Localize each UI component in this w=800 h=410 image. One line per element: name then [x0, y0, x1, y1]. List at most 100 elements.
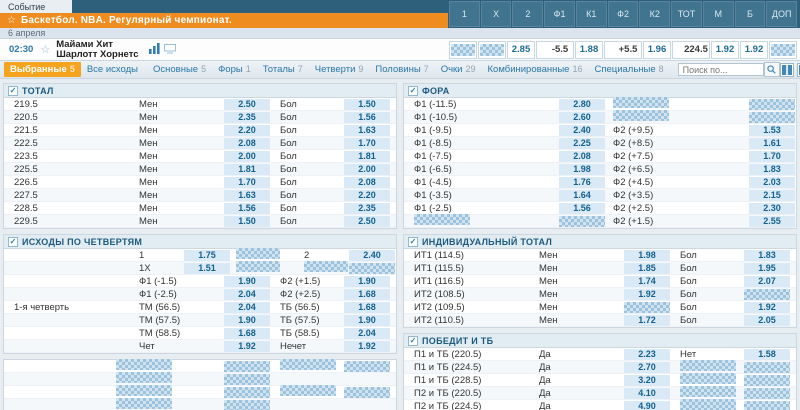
- tab-combined[interactable]: Комбинированные16: [482, 62, 589, 77]
- odd-chip[interactable]: 2.60: [559, 112, 605, 123]
- odd-chip[interactable]: 1.68: [224, 328, 270, 339]
- odd-chip[interactable]: 1.81: [224, 164, 270, 175]
- panel-header[interactable]: ✓ ПОБЕДИТ И ТБ: [404, 334, 796, 348]
- checkbox-icon[interactable]: ✓: [8, 237, 18, 247]
- odd-chip[interactable]: 2.30: [749, 203, 795, 214]
- odd-chip[interactable]: 1.70: [224, 177, 270, 188]
- odd-chip[interactable]: 1.50: [224, 216, 270, 227]
- odd-under[interactable]: 1.92: [711, 41, 739, 59]
- odd-chip[interactable]: 1.70: [344, 138, 390, 149]
- odd-win1-obscured[interactable]: [449, 41, 477, 59]
- obscured-odd[interactable]: [749, 112, 795, 123]
- checkbox-icon[interactable]: ✓: [408, 237, 418, 247]
- odd-chip[interactable]: 1.92: [624, 289, 670, 300]
- odd-chip[interactable]: 1.68: [344, 289, 390, 300]
- obscured-odd[interactable]: [744, 401, 790, 410]
- odd-chip[interactable]: 1.83: [749, 164, 795, 175]
- odd-chip[interactable]: 2.25: [559, 138, 605, 149]
- odd-chip[interactable]: 3.20: [624, 375, 670, 386]
- odd-chip[interactable]: 1.92: [344, 341, 390, 352]
- odd-chip[interactable]: 2.08: [344, 177, 390, 188]
- odd-chip[interactable]: 1.68: [344, 302, 390, 313]
- odd-chip[interactable]: 1.51: [184, 263, 230, 274]
- favorite-league-star-icon[interactable]: ☆: [7, 15, 16, 26]
- tab-handicaps[interactable]: Форы1: [212, 62, 257, 77]
- odd-chip[interactable]: 1.70: [749, 151, 795, 162]
- tv-icon[interactable]: [164, 41, 176, 59]
- odd-chip[interactable]: 1.76: [559, 177, 605, 188]
- obscured-odd[interactable]: [236, 261, 280, 275]
- match-teams[interactable]: Майами Хит Шарлотт Хорнетс: [56, 40, 138, 60]
- panel-header[interactable]: ✓ ФОРА: [404, 84, 796, 98]
- odd-win2[interactable]: 2.85: [507, 41, 535, 59]
- checkbox-icon[interactable]: ✓: [408, 86, 418, 96]
- tab-quarters[interactable]: Четверти9: [309, 62, 370, 77]
- tab-points[interactable]: Очки29: [435, 62, 482, 77]
- stats-icon[interactable]: [149, 41, 160, 59]
- odd-chip[interactable]: 1.74: [624, 276, 670, 287]
- odd-chip[interactable]: 2.07: [744, 276, 790, 287]
- odd-chip[interactable]: 1.56: [559, 203, 605, 214]
- odd-chip[interactable]: 1.92: [224, 341, 270, 352]
- odd-chip[interactable]: 2.80: [559, 99, 605, 110]
- odd-chip[interactable]: 2.50: [344, 216, 390, 227]
- odd-draw-obscured[interactable]: [478, 41, 506, 59]
- panel-header[interactable]: ✓ ИСХОДЫ ПО ЧЕТВЕРТЯМ: [4, 235, 396, 249]
- odd-more-obscured[interactable]: [769, 41, 797, 59]
- tab-totals[interactable]: Тоталы7: [257, 62, 309, 77]
- odd-chip[interactable]: 2.70: [624, 362, 670, 373]
- odd-chip[interactable]: 1.58: [744, 349, 790, 360]
- odd-chip[interactable]: 2.15: [749, 190, 795, 201]
- odd-chip[interactable]: 2.55: [749, 216, 795, 227]
- team-home[interactable]: Майами Хит: [56, 40, 138, 50]
- tab-main[interactable]: Основные5: [147, 62, 212, 77]
- league-header[interactable]: ☆ Баскетбол. NBA. Регулярный чемпионат.: [0, 13, 448, 28]
- odd-chip[interactable]: 1.92: [744, 302, 790, 313]
- tab-halves[interactable]: Половины7: [369, 62, 434, 77]
- odd-chip[interactable]: 2.20: [344, 190, 390, 201]
- odd-chip[interactable]: 1.98: [559, 164, 605, 175]
- panel-header[interactable]: ✓ ИНДИВИДУАЛЬНЫЙ ТОТАЛ: [404, 235, 796, 249]
- odd-chip[interactable]: 2.00: [224, 151, 270, 162]
- obscured-odd[interactable]: [224, 374, 270, 385]
- odd-chip[interactable]: 1.56: [344, 112, 390, 123]
- odd-chip[interactable]: 1.56: [224, 203, 270, 214]
- odd-chip[interactable]: 2.23: [624, 349, 670, 360]
- obscured-odd[interactable]: [349, 263, 395, 274]
- tab-selected-markets[interactable]: Выбранные5: [4, 62, 81, 77]
- obscured-odd[interactable]: [559, 216, 605, 227]
- odd-over[interactable]: 1.92: [740, 41, 768, 59]
- odd-chip[interactable]: 1.85: [624, 263, 670, 274]
- event-tab[interactable]: Событие: [0, 0, 72, 13]
- odd-chip[interactable]: 1.90: [224, 315, 270, 326]
- panel-header[interactable]: ✓ ТОТАЛ: [4, 84, 396, 98]
- odd-chip[interactable]: 2.35: [224, 112, 270, 123]
- odd-chip[interactable]: 2.40: [559, 125, 605, 136]
- odd-chip[interactable]: 2.04: [224, 302, 270, 313]
- odd-chip[interactable]: 2.35: [344, 203, 390, 214]
- odd-chip[interactable]: 1.63: [224, 190, 270, 201]
- team-away[interactable]: Шарлотт Хорнетс: [56, 50, 138, 60]
- odd-chip[interactable]: 2.40: [349, 250, 395, 261]
- obscured-odd[interactable]: [236, 248, 280, 262]
- odd-chip[interactable]: 2.04: [224, 289, 270, 300]
- search-input[interactable]: [678, 63, 764, 76]
- search-button[interactable]: [764, 62, 780, 77]
- obscured-odd[interactable]: [744, 289, 790, 300]
- odd-chip[interactable]: 1.90: [344, 276, 390, 287]
- tab-special[interactable]: Специальные8: [588, 62, 669, 77]
- odd-chip[interactable]: 2.08: [559, 151, 605, 162]
- obscured-odd[interactable]: [344, 387, 390, 398]
- odd-chip[interactable]: 2.50: [224, 99, 270, 110]
- checkbox-icon[interactable]: ✓: [408, 336, 418, 346]
- obscured-odd[interactable]: [224, 387, 270, 398]
- obscured-odd[interactable]: [344, 361, 390, 372]
- obscured-odd[interactable]: [624, 302, 670, 313]
- favorite-match-star-icon[interactable]: ☆: [40, 43, 50, 56]
- obscured-odd[interactable]: [744, 388, 790, 399]
- one-column-view-icon[interactable]: [797, 63, 800, 77]
- odd-k1[interactable]: 1.88: [575, 41, 603, 59]
- odd-chip[interactable]: 1.53: [749, 125, 795, 136]
- odd-chip[interactable]: 1.50: [344, 99, 390, 110]
- odd-chip[interactable]: 4.10: [624, 388, 670, 399]
